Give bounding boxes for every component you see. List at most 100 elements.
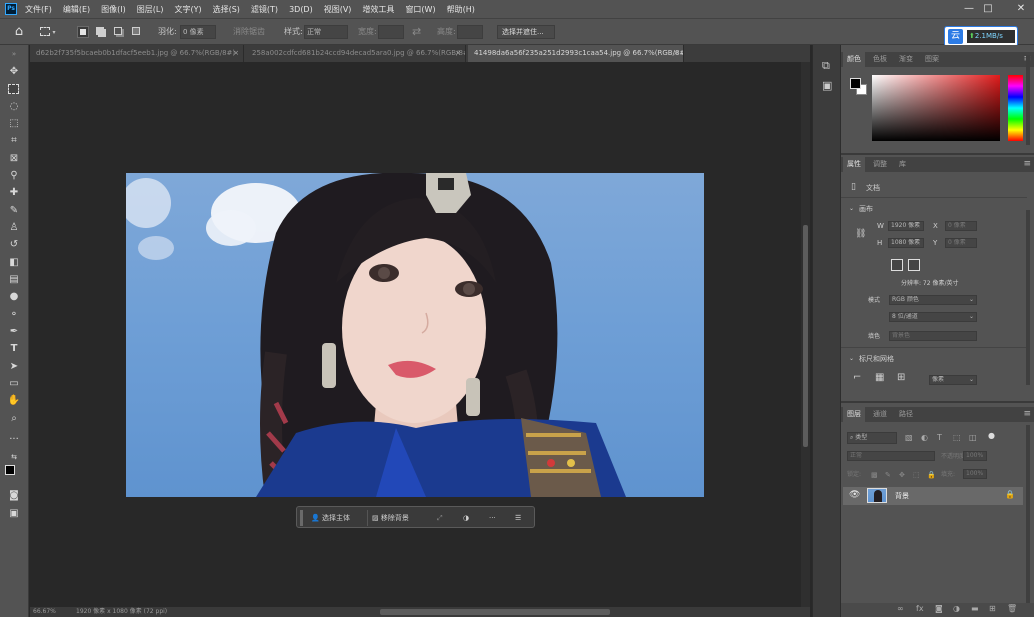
panel-menu-icon[interactable]: ≡ [1023, 407, 1031, 422]
antialias-checkbox[interactable]: 消除锯齿 [233, 24, 265, 40]
tab-gradients[interactable]: 渐变 [895, 52, 917, 67]
new-adjustment-icon[interactable]: ◑ [953, 604, 960, 613]
link-layers-icon[interactable]: ∞ [897, 604, 904, 613]
type-tool-icon[interactable]: T [7, 342, 21, 356]
quick-mask-icon[interactable]: ◙ [7, 489, 21, 503]
link-icon[interactable]: ⛓ [855, 229, 866, 239]
menu-select[interactable]: 选择(S) [213, 4, 240, 15]
screen-mode-icon[interactable]: ▣ [7, 507, 21, 521]
color-mode-select[interactable]: RGB 颜色 ⌄ [889, 295, 977, 305]
gradient-tool-icon[interactable]: ▤ [7, 273, 21, 287]
filter-pixel-icon[interactable]: ▧ [905, 433, 913, 443]
canvas-width-input[interactable]: 1920 像素 [888, 221, 924, 231]
lock-artboard-icon[interactable]: ⬚ [913, 470, 920, 480]
add-selection-button[interactable] [95, 26, 107, 38]
style-select[interactable]: 正常 [304, 25, 348, 39]
tab-properties[interactable]: 属性 [843, 157, 865, 172]
layer-style-icon[interactable]: fx [916, 604, 924, 613]
swap-colors-icon[interactable]: ⇆ [7, 450, 21, 464]
foreground-color-swatch[interactable] [850, 78, 861, 89]
add-mask-icon[interactable]: ◙ [935, 604, 943, 613]
menu-file[interactable]: 文件(F) [25, 4, 52, 15]
feather-input[interactable]: 0 像素 [180, 25, 216, 39]
remove-background-button[interactable]: ▨ 移除背景 [367, 510, 413, 526]
eyedropper-tool-icon[interactable]: ⚲ [7, 169, 21, 183]
pen-tool-icon[interactable]: ✒ [7, 325, 21, 339]
color-panel-scrollbar[interactable] [1026, 55, 1030, 145]
lock-pixels-icon[interactable]: ✎ [885, 470, 891, 480]
menu-filter[interactable]: 滤镜(T) [251, 4, 278, 15]
eye-visibility-icon[interactable]: 👁 [849, 490, 860, 500]
select-subject-button[interactable]: 👤 选择主体 [307, 510, 354, 526]
chevron-down-icon[interactable]: ⌄ [849, 204, 854, 214]
canvas-section-title[interactable]: 画布 [859, 204, 873, 214]
properties-scrollbar[interactable] [1026, 210, 1030, 385]
chevron-down-icon[interactable]: ⌄ [849, 354, 854, 364]
path-select-tool-icon[interactable]: ➤ [7, 360, 21, 374]
swap-icon[interactable]: ⇄ [412, 24, 421, 40]
marquee-preset-picker[interactable]: ▾ [40, 24, 62, 40]
rectangle-tool-icon[interactable]: ▭ [7, 377, 21, 391]
tab-layers[interactable]: 图层 [843, 407, 865, 422]
color-picker-field[interactable] [872, 75, 1000, 141]
menu-edit[interactable]: 编辑(E) [63, 4, 90, 15]
menu-window[interactable]: 窗口(W) [405, 4, 435, 15]
menu-3d[interactable]: 3D(D) [289, 5, 313, 14]
crop-tool-icon[interactable]: ⌗ [7, 134, 21, 148]
layers-scrollbar[interactable] [1026, 425, 1030, 605]
filter-shape-icon[interactable]: ⬚ [953, 433, 961, 443]
grid-icon[interactable]: ▦ [875, 373, 884, 383]
delete-layer-icon[interactable]: 🗑 [1007, 604, 1017, 613]
more-tools-icon[interactable]: ··· [7, 433, 21, 447]
new-selection-button[interactable] [77, 26, 89, 38]
layer-filter-select[interactable]: ⌕ 类型 [847, 432, 897, 444]
layer-name[interactable]: 背景 [895, 491, 909, 501]
subtract-selection-button[interactable] [113, 26, 125, 38]
tab-paths[interactable]: 路径 [895, 407, 917, 422]
fill-input[interactable]: 100% [963, 469, 987, 479]
more-options-button[interactable]: ··· [489, 510, 496, 526]
frame-tool-icon[interactable]: ⊠ [7, 152, 21, 166]
document-tab-active[interactable]: 41498da6a56f235a251d2993c1caa54.jpg @ 66… [468, 45, 684, 62]
lock-position-icon[interactable]: ✥ [899, 470, 905, 480]
opacity-input[interactable]: 100% [963, 451, 987, 461]
drag-handle[interactable] [300, 510, 303, 526]
tab-adjustments[interactable]: 调整 [869, 157, 891, 172]
lock-transparent-icon[interactable]: ▩ [871, 470, 878, 480]
filter-type-icon[interactable]: T [937, 433, 942, 443]
healing-brush-tool-icon[interactable]: ✚ [7, 186, 21, 200]
tab-color[interactable]: 颜色 [843, 52, 865, 67]
settings-sliders-icon[interactable]: ☰ [515, 510, 521, 526]
marquee-tool-icon[interactable] [8, 84, 19, 94]
home-icon[interactable]: ⌂ [10, 24, 28, 40]
menu-help[interactable]: 帮助(H) [447, 4, 475, 15]
menu-type[interactable]: 文字(Y) [174, 4, 201, 15]
move-tool-icon[interactable]: ✥ [7, 65, 21, 79]
ruler-units-select[interactable]: 像素 ⌄ [929, 375, 977, 385]
landscape-orientation-icon[interactable] [908, 259, 920, 271]
rulers-grids-section-title[interactable]: 标尺和网格 [859, 354, 894, 364]
close-tab-icon[interactable]: × [673, 45, 679, 62]
object-select-tool-icon[interactable]: ⬚ [7, 117, 21, 131]
comments-panel-icon[interactable]: ▣ [822, 79, 832, 92]
new-layer-icon[interactable]: ⊞ [989, 604, 996, 613]
collapse-arrows-icon[interactable]: » [7, 47, 21, 61]
filter-smart-object-icon[interactable]: ◫ [969, 433, 977, 443]
menu-image[interactable]: 图像(I) [101, 4, 126, 15]
download-speed-badge[interactable]: 云 ⬆2.1MB/s [944, 26, 1018, 47]
filter-toggle-icon[interactable]: ● [988, 431, 995, 441]
hand-tool-icon[interactable]: ✋ [7, 394, 21, 408]
zoom-level[interactable]: 66.67% [33, 607, 56, 617]
zoom-tool-icon[interactable]: ⌕ [7, 412, 21, 426]
blend-mode-select[interactable]: 正常 [847, 451, 935, 461]
history-brush-tool-icon[interactable]: ↺ [7, 238, 21, 252]
tab-channels[interactable]: 通道 [869, 407, 891, 422]
document-info[interactable]: 1920 像素 x 1080 像素 (72 ppi) [76, 607, 167, 617]
height-input[interactable] [457, 25, 483, 39]
new-group-icon[interactable]: ▬ [971, 604, 979, 613]
foreground-color-swatch[interactable] [5, 465, 15, 475]
intersect-selection-button[interactable] [131, 26, 143, 38]
lasso-tool-icon[interactable]: ◌ [7, 100, 21, 114]
close-tab-icon[interactable]: × [233, 45, 239, 62]
filter-adjustment-icon[interactable]: ◐ [921, 433, 928, 443]
